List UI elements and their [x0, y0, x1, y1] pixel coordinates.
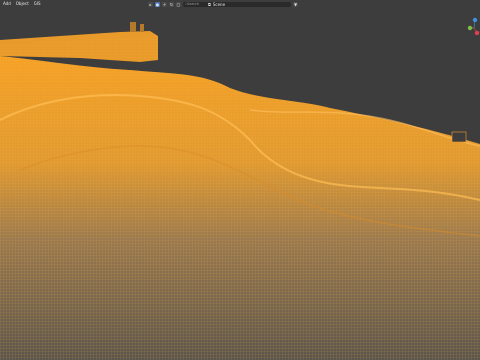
scene-selector[interactable]: ⧉ Scene — [208, 1, 225, 7]
scene-label: Scene — [212, 1, 226, 7]
rotate-icon[interactable]: ↻ — [169, 1, 174, 7]
terrain-wireframe-mesh[interactable] — [0, 0, 480, 360]
plateau-block — [0, 22, 158, 62]
move-icon[interactable]: + — [162, 1, 167, 7]
3d-viewport[interactable]: Add Object GIS ▸ ● + ↻ ▢ ⌕ Search ▼ ⧉ Sc… — [0, 0, 480, 360]
select-icon[interactable]: ▸ — [148, 1, 153, 7]
menu-gis[interactable]: GIS — [34, 0, 41, 8]
header-menu: Add Object GIS — [3, 0, 41, 8]
right-mesa — [451, 131, 467, 143]
scale-icon[interactable]: ▢ — [176, 1, 181, 7]
menu-add[interactable]: Add — [3, 0, 11, 8]
scene-icon: ⧉ — [208, 1, 211, 7]
cursor-icon[interactable]: ● — [155, 1, 160, 7]
menu-object[interactable]: Object — [16, 0, 29, 8]
navigation-gizmo[interactable] — [466, 16, 480, 38]
filter-icon[interactable]: ▼ — [293, 1, 298, 7]
search-input[interactable]: ⌕ Search — [183, 1, 291, 7]
